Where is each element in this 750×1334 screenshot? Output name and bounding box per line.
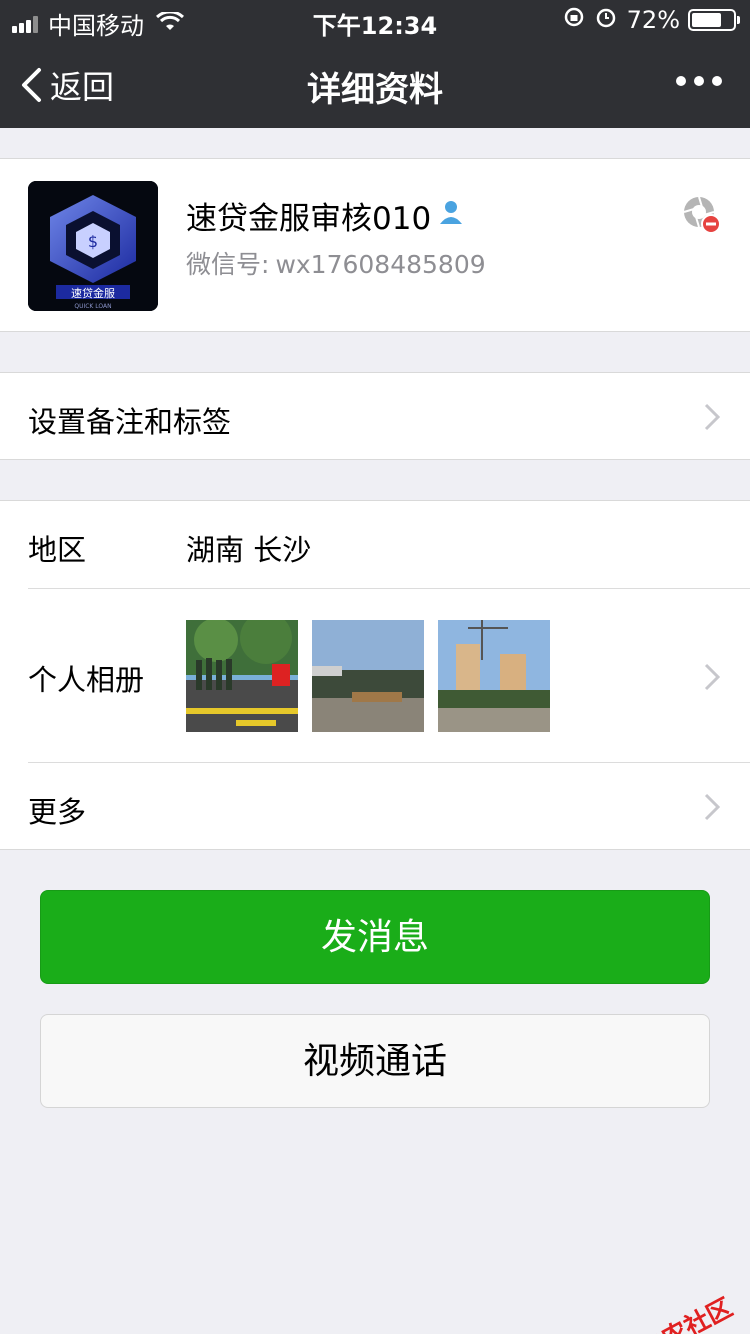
avatar[interactable]: $ 速贷金服 QUICK LOAN — [28, 181, 158, 311]
wechat-id-label: 微信号: — [186, 250, 270, 279]
more-label: 更多 — [28, 795, 87, 829]
nav-bar: 返回 详细资料 — [0, 40, 750, 128]
remark-row[interactable]: 设置备注和标签 — [0, 372, 750, 460]
status-bar: 中国移动 下午12:34 72% — [0, 0, 750, 40]
details-group: 地区 湖南 长沙 个人相册 更多 — [0, 500, 750, 850]
svg-text:$: $ — [88, 232, 98, 251]
battery-percent: 72% — [626, 6, 680, 34]
avatar-text: 速贷金服 — [71, 286, 115, 300]
region-label: 地区 — [28, 533, 87, 567]
profile-card: $ 速贷金服 QUICK LOAN 速贷金服审核010 微信号: wx176084… — [0, 158, 750, 332]
wechat-id-value: wx17608485809 — [275, 250, 486, 279]
more-options-icon[interactable] — [668, 76, 722, 86]
album-label: 个人相册 — [28, 663, 145, 697]
video-call-button[interactable]: 视频通话 — [40, 1014, 710, 1108]
chevron-right-icon — [704, 793, 720, 821]
wechat-id: 微信号: wx17608485809 — [186, 245, 486, 281]
profile-name-text: 速贷金服审核010 — [186, 201, 432, 237]
page-title: 详细资料 — [307, 70, 443, 110]
battery-icon — [688, 9, 740, 31]
chevron-right-icon — [704, 403, 720, 431]
album-photo — [186, 620, 298, 732]
alarm-icon — [595, 6, 617, 34]
person-icon — [437, 198, 465, 234]
region-row: 地区 湖南 长沙 — [0, 501, 750, 588]
blocked-moments-icon — [682, 195, 722, 239]
watermark-text: 卡农社区 — [635, 1292, 738, 1334]
send-message-button[interactable]: 发消息 — [40, 890, 710, 984]
avatar-subtext: QUICK LOAN — [74, 303, 111, 310]
watermark: 卡农社区 — [610, 1288, 738, 1334]
album-photo — [438, 620, 550, 732]
album-row[interactable]: 个人相册 — [0, 589, 750, 762]
album-photo — [312, 620, 424, 732]
region-value: 湖南 长沙 — [186, 533, 312, 567]
remark-label: 设置备注和标签 — [28, 405, 232, 439]
more-row[interactable]: 更多 — [0, 763, 750, 850]
chevron-right-icon — [704, 663, 720, 691]
rotation-lock-icon — [563, 6, 585, 34]
profile-name: 速贷金服审核010 — [186, 193, 465, 238]
